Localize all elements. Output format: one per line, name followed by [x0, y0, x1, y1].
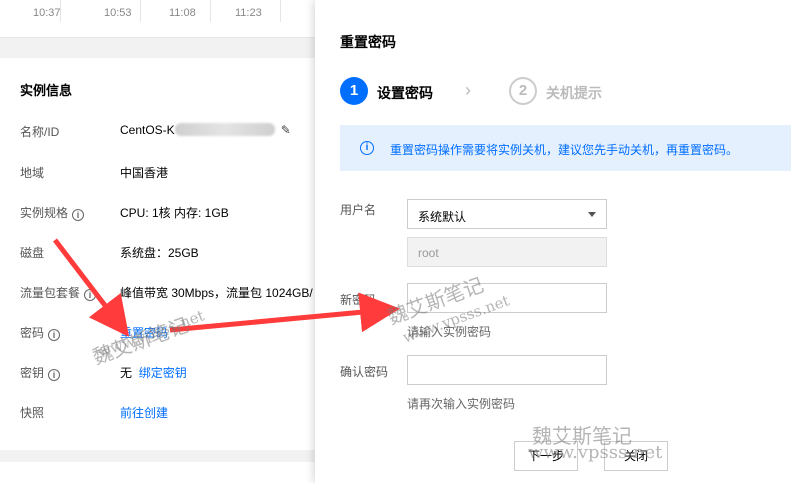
info-label: 实例规格 i: [20, 204, 85, 221]
time-tick: 10:37: [33, 7, 61, 19]
new-password-label: 新密码: [340, 293, 377, 307]
monitor-chart-strip: 10:37 10:53 11:08 11:23: [0, 0, 316, 38]
username-value: root: [418, 246, 439, 260]
info-row-disk: 磁盘 系统盘：25GB: [0, 244, 316, 264]
new-password-input[interactable]: [407, 283, 607, 313]
info-icon: i: [360, 141, 374, 155]
select-value: 系统默认: [418, 210, 467, 224]
chart-gridline: [280, 0, 281, 22]
confirm-password-label: 确认密码: [340, 365, 389, 379]
time-tick: 11:08: [169, 7, 196, 19]
chevron-right-icon: ›: [465, 80, 471, 100]
next-button[interactable]: 下一步: [514, 441, 578, 471]
confirm-password-hint: 请再次输入实例密码: [407, 397, 516, 411]
new-password-hint: 请输入实例密码: [407, 325, 492, 339]
info-value: CentOS-K ✎: [120, 123, 291, 137]
create-snapshot-link[interactable]: 前往创建: [120, 404, 168, 421]
info-row-name: 名称/ID CentOS-K ✎: [0, 123, 316, 143]
info-label-text: 密钥: [20, 366, 45, 380]
step-label: 设置密码: [377, 85, 433, 101]
reset-password-dialog: 重置密码 1 设置密码 › 2 关机提示 i 重置密码操作需要将实例关机，建议您…: [315, 0, 791, 483]
chart-gridline: [210, 0, 211, 22]
info-value: 峰值带宽 30Mbps，流量包 1024GB/: [120, 286, 313, 300]
redacted-id: [174, 123, 275, 136]
step-number: 2: [509, 77, 537, 105]
close-button[interactable]: 关闭: [604, 441, 668, 471]
info-row-password: 密码 i 重置密码: [0, 324, 316, 344]
time-tick: 11:23: [235, 7, 262, 19]
username-label: 用户名: [340, 203, 377, 217]
notice-banner: i 重置密码操作需要将实例关机，建议您先手动关机，再重置密码。: [340, 125, 791, 171]
info-label: 密码 i: [20, 324, 61, 341]
info-label: 磁盘: [20, 246, 45, 260]
instance-info-card: 实例信息 名称/ID CentOS-K ✎ 地域 中国香港 实例规格 i CPU: …: [0, 58, 316, 450]
confirm-password-input[interactable]: [407, 355, 607, 385]
info-value: 系统盘：25GB: [120, 246, 199, 260]
bind-key-link[interactable]: 绑定密钥: [139, 366, 187, 380]
time-tick: 10:53: [104, 7, 132, 19]
info-row-key: 密钥 i 无 绑定密钥: [0, 364, 316, 384]
info-row-traffic: 流量包套餐 i 峰值带宽 30Mbps，流量包 1024GB/: [0, 284, 316, 304]
step-number: 1: [340, 77, 368, 105]
info-label: 流量包套餐 i: [20, 284, 97, 301]
step-label: 关机提示: [546, 85, 602, 101]
card-title: 实例信息: [20, 83, 73, 98]
instance-name: CentOS-K: [120, 123, 175, 137]
key-value: 无: [120, 366, 133, 380]
info-value: 中国香港: [120, 166, 169, 180]
reset-password-link[interactable]: 重置密码: [120, 324, 168, 341]
pencil-icon[interactable]: ✎: [281, 123, 291, 137]
help-icon[interactable]: i: [48, 369, 61, 381]
info-row-spec: 实例规格 i CPU: 1核 内存: 1GB: [0, 204, 316, 224]
username-readonly-field: root: [407, 237, 607, 267]
notice-text: 重置密码操作需要将实例关机，建议您先手动关机，再重置密码。: [390, 143, 739, 157]
info-label-text: 实例规格: [20, 206, 69, 220]
help-icon[interactable]: i: [72, 209, 85, 221]
chart-gridline: [140, 0, 141, 22]
info-label-text: 流量包套餐: [20, 286, 81, 300]
caret-down-icon: [588, 212, 596, 217]
info-label: 名称/ID: [20, 125, 60, 139]
info-value: 无 绑定密钥: [120, 364, 187, 381]
info-label: 快照: [20, 406, 45, 420]
info-row-region: 地域 中国香港: [0, 164, 316, 184]
info-label: 地域: [20, 166, 45, 180]
next-card: [0, 462, 316, 483]
info-label-text: 密码: [20, 326, 45, 340]
info-value: CPU: 1核 内存: 1GB: [120, 206, 229, 220]
info-row-snapshot: 快照 前往创建: [0, 404, 316, 424]
help-icon[interactable]: i: [84, 289, 97, 301]
dialog-title: 重置密码: [340, 34, 396, 50]
username-select[interactable]: 系统默认: [407, 199, 607, 229]
info-label: 密钥 i: [20, 364, 61, 381]
help-icon[interactable]: i: [48, 329, 61, 341]
